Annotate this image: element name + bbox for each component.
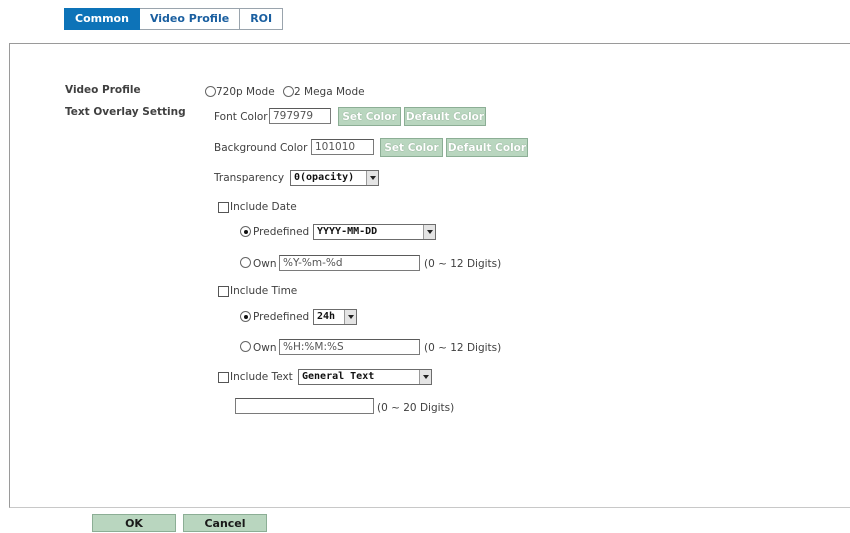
include-text-label: Include Text	[230, 371, 293, 383]
font-default-color-button[interactable]: Default Color	[404, 107, 486, 126]
radio-2-mega-label: 2 Mega Mode	[294, 86, 365, 98]
chevron-down-icon	[419, 370, 431, 384]
date-predefined-label: Predefined	[253, 226, 310, 238]
chevron-down-icon	[423, 225, 435, 239]
video-profile-label: Video Profile	[65, 84, 141, 96]
time-predefined-select[interactable]: 24h	[313, 309, 357, 325]
time-own-label: Own	[253, 342, 277, 354]
custom-text-input[interactable]	[235, 398, 374, 414]
date-own-hint: (0 ~ 12 Digits)	[424, 258, 502, 270]
font-set-color-button[interactable]: Set Color	[338, 107, 401, 126]
background-color-label: Background Color	[214, 142, 308, 154]
tab-common[interactable]: Common	[64, 8, 140, 30]
date-own-input[interactable]	[279, 255, 420, 271]
time-predefined-value: 24h	[317, 311, 336, 322]
background-default-color-button[interactable]: Default Color	[446, 138, 528, 157]
chevron-down-icon	[344, 310, 356, 324]
transparency-label: Transparency	[214, 172, 285, 184]
transparency-value: 0(opacity)	[294, 172, 355, 183]
text-overlay-label: Text Overlay Setting	[65, 106, 186, 118]
include-text-checkbox[interactable]	[218, 372, 229, 383]
radio-2-mega-mode[interactable]	[283, 86, 294, 97]
time-own-hint: (0 ~ 12 Digits)	[424, 342, 502, 354]
include-time-label: Include Time	[230, 285, 298, 297]
custom-text-hint: (0 ~ 20 Digits)	[377, 402, 455, 414]
transparency-select[interactable]: 0(opacity)	[290, 170, 379, 186]
ok-button[interactable]: OK	[92, 514, 176, 532]
time-predefined-radio[interactable]	[240, 311, 251, 322]
text-type-select[interactable]: General Text	[298, 369, 432, 385]
include-date-label: Include Date	[230, 201, 297, 213]
date-predefined-radio[interactable]	[240, 226, 251, 237]
font-color-input[interactable]	[269, 108, 331, 124]
time-own-radio[interactable]	[240, 341, 251, 352]
time-own-input[interactable]	[279, 339, 420, 355]
date-own-radio[interactable]	[240, 257, 251, 268]
time-predefined-label: Predefined	[253, 311, 310, 323]
tab-roi[interactable]: ROI	[240, 8, 284, 30]
date-predefined-select[interactable]: YYYY-MM-DD	[313, 224, 436, 240]
background-color-input[interactable]	[311, 139, 374, 155]
date-predefined-value: YYYY-MM-DD	[317, 226, 378, 237]
include-time-checkbox[interactable]	[218, 286, 229, 297]
date-own-label: Own	[253, 258, 277, 270]
background-set-color-button[interactable]: Set Color	[380, 138, 443, 157]
cancel-button[interactable]: Cancel	[183, 514, 267, 532]
text-type-value: General Text	[302, 371, 375, 382]
tab-bar: Common Video Profile ROI	[64, 8, 284, 30]
chevron-down-icon	[366, 171, 378, 185]
radio-720p-mode[interactable]	[205, 86, 216, 97]
font-color-label: Font Color	[214, 111, 268, 123]
tab-video-profile[interactable]: Video Profile	[139, 8, 241, 30]
include-date-checkbox[interactable]	[218, 202, 229, 213]
radio-720p-label: 720p Mode	[216, 86, 275, 98]
